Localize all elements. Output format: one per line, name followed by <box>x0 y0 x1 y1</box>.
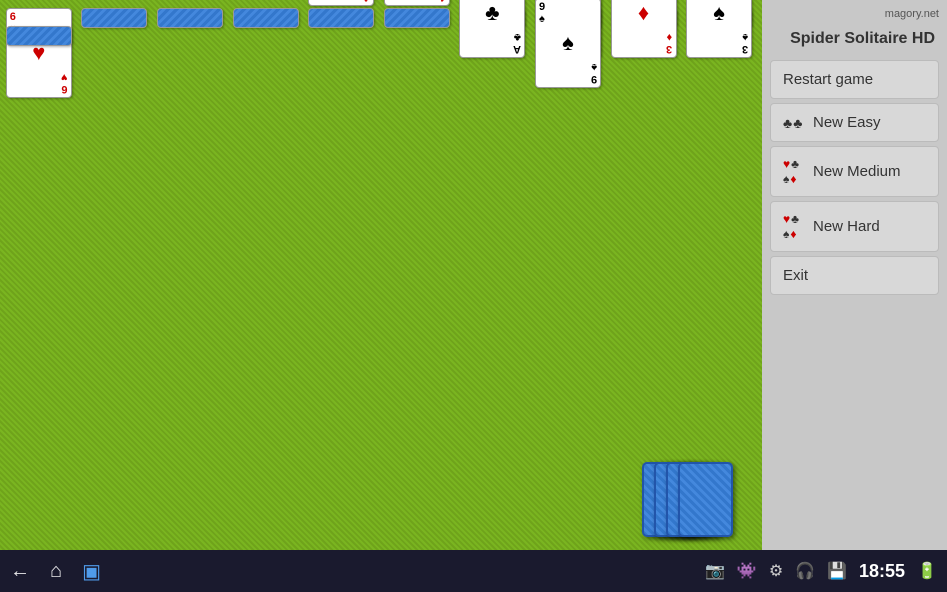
column-9[interactable]: 3♦♦3♦ <box>609 8 683 98</box>
app-title: Spider Solitaire HD <box>770 26 939 56</box>
menu-panel: magory.net Spider Solitaire HD Restart g… <box>762 0 947 550</box>
card[interactable]: 4♦♦4♦ <box>384 0 450 6</box>
storage-icon[interactable]: 💾 <box>827 561 847 581</box>
card[interactable]: A♣♣A♣ <box>459 0 525 58</box>
screenshot-icon[interactable]: 📷 <box>705 561 725 581</box>
back-button[interactable]: ← <box>10 560 30 583</box>
card[interactable] <box>308 8 374 28</box>
clock-display: 18:55 <box>859 561 905 582</box>
game-icon[interactable]: 👾 <box>737 561 757 581</box>
column-6[interactable]: 4♦♦4♦ <box>382 8 456 98</box>
settings-icon[interactable]: ⚙ <box>769 561 783 581</box>
card[interactable]: 6♥♥6♥ <box>6 8 72 98</box>
new-easy-button[interactable]: ♣♣ New Easy <box>770 103 939 142</box>
card[interactable]: 9♠♠9♠ <box>535 0 601 88</box>
taskbar: ← ⌂ ▣ 📷 👾 ⚙ 🎧 💾 18:55 🔋 <box>0 550 947 592</box>
recent-apps-button[interactable]: ▣ <box>82 559 101 584</box>
column-10[interactable]: 3♠♠3♠ <box>684 8 758 98</box>
card[interactable] <box>233 8 299 28</box>
column-8[interactable]: 6♥♥6♥9♠♠9♠ <box>533 8 607 98</box>
card[interactable] <box>157 8 223 28</box>
new-hard-button[interactable]: ♥♣ ♠♦ New Hard <box>770 201 939 252</box>
card[interactable] <box>6 26 72 46</box>
medium-suits-icon: ♥♣ ♠♦ <box>783 157 805 186</box>
column-2[interactable]: 10♣♣10♣ <box>80 8 154 98</box>
new-easy-label: New Easy <box>813 114 881 131</box>
battery-icon: 🔋 <box>917 561 937 581</box>
column-1[interactable]: 6♥♥6♥ <box>4 8 78 98</box>
home-button[interactable]: ⌂ <box>50 560 62 583</box>
new-medium-label: New Medium <box>813 163 901 180</box>
card[interactable] <box>384 8 450 28</box>
headphone-icon[interactable]: 🎧 <box>795 561 815 581</box>
easy-suits-icon: ♣♣ <box>783 115 805 131</box>
card[interactable] <box>81 8 147 28</box>
new-medium-button[interactable]: ♥♣ ♠♦ New Medium <box>770 146 939 197</box>
column-4[interactable]: 2♦♦2♦ <box>231 8 305 98</box>
deck-pile[interactable] <box>642 457 752 537</box>
deck-card-4[interactable] <box>678 462 733 537</box>
exit-button[interactable]: Exit <box>770 256 939 295</box>
website-label: magory.net <box>770 8 939 22</box>
restart-label: Restart game <box>783 71 873 88</box>
card[interactable]: A♦♦A♦ <box>308 0 374 6</box>
card[interactable]: 3♦♦3♦ <box>611 0 677 58</box>
column-3[interactable]: 3♣♣3♣2♣♣2♣ <box>155 8 229 98</box>
new-hard-label: New Hard <box>813 218 880 235</box>
hard-suits-icon: ♥♣ ♠♦ <box>783 212 805 241</box>
column-7[interactable]: A♣♣A♣ <box>458 8 532 98</box>
card[interactable]: 3♠♠3♠ <box>686 0 752 58</box>
column-5[interactable]: A♦♦A♦ <box>306 8 380 98</box>
exit-label: Exit <box>783 267 808 284</box>
taskbar-right: 📷 👾 ⚙ 🎧 💾 18:55 🔋 <box>705 561 937 582</box>
restart-button[interactable]: Restart game <box>770 60 939 99</box>
